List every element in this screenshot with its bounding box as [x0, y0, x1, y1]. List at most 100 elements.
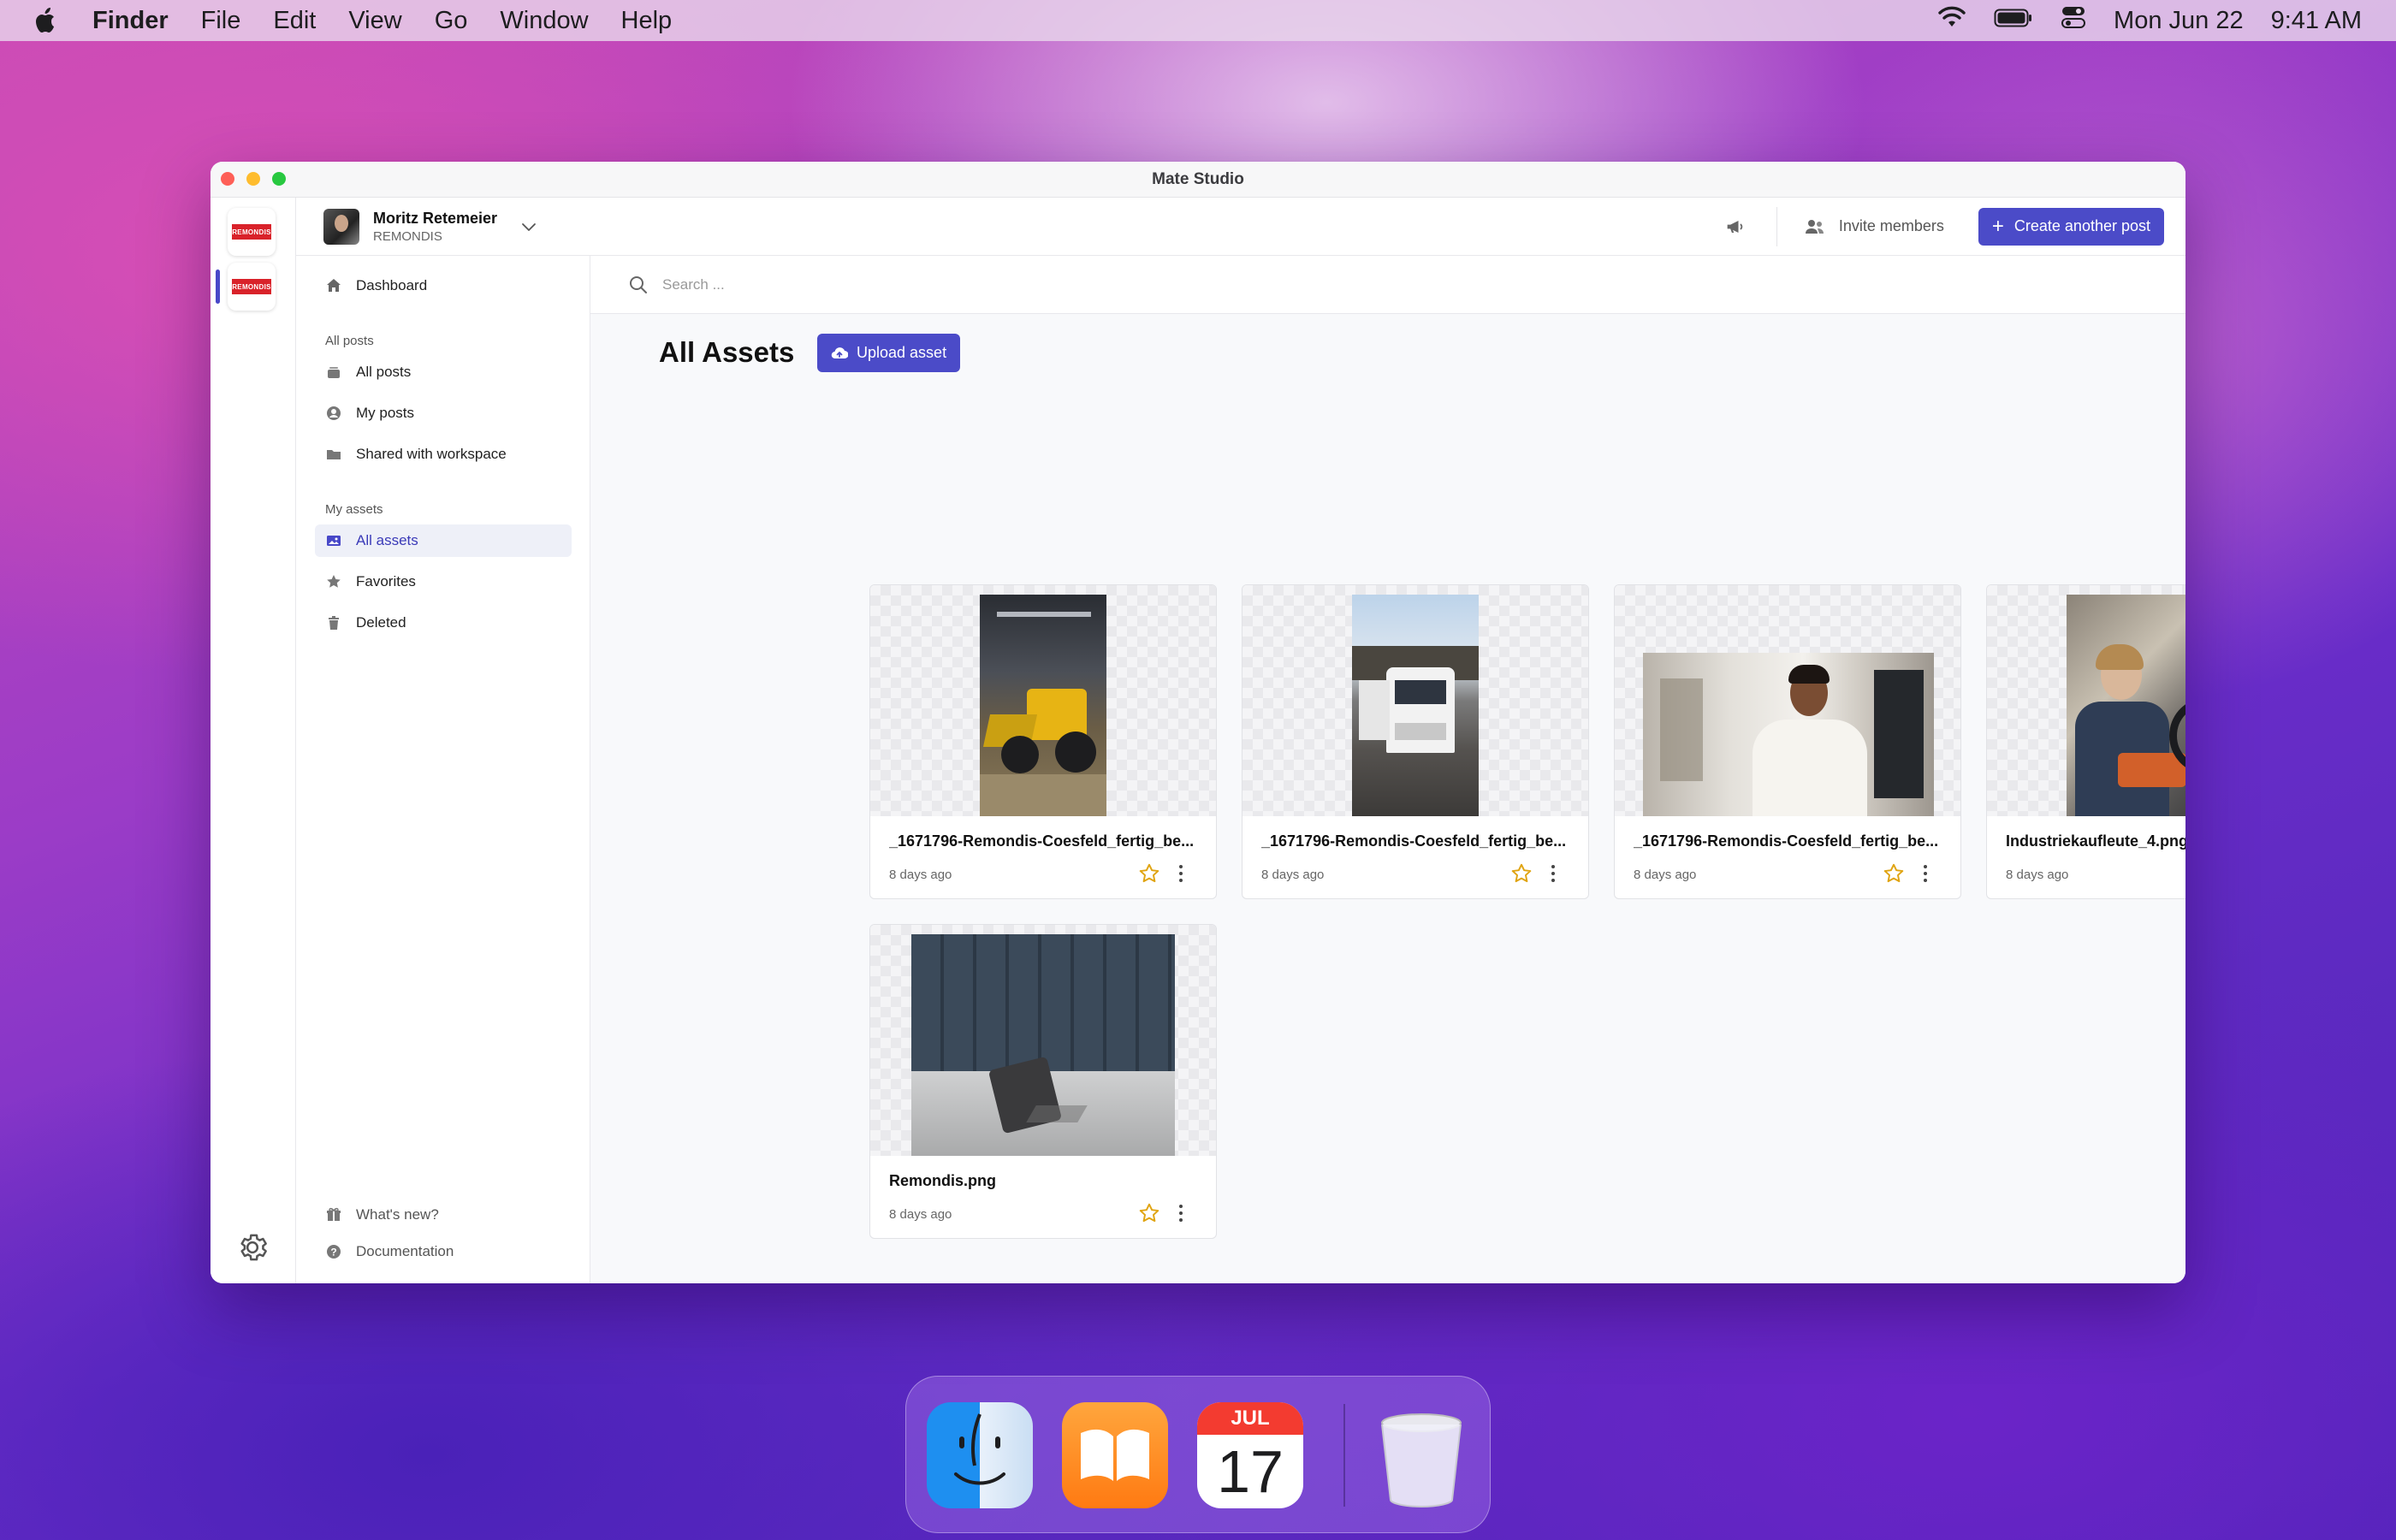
sidebar-item-label: All posts: [356, 364, 412, 380]
calendar-month: JUL: [1197, 1402, 1303, 1435]
asset-name: _1671796-Remondis-Coesfeld_fertig_be...: [1634, 832, 1939, 850]
workspace-switch-remondis[interactable]: REMONDIS: [228, 208, 276, 256]
create-post-label: Create another post: [2013, 217, 2150, 234]
workspace-logo: REMONDIS: [232, 279, 271, 294]
sidebar-item-label: Shared with workspace: [356, 446, 507, 462]
asset-image-waste-bin: [911, 934, 1175, 1156]
sidebar: Dashboard All posts All posts My posts S…: [296, 256, 590, 1283]
sidebar-item-all-posts[interactable]: All posts: [315, 356, 572, 388]
menubar-date[interactable]: Mon Jun 22: [2114, 7, 2244, 35]
close-window-button[interactable]: [221, 172, 234, 186]
sidebar-item-favorites[interactable]: Favorites: [315, 566, 572, 598]
asset-name: _1671796-Remondis-Coesfeld_fertig_be...: [889, 832, 1195, 850]
favorite-star-icon[interactable]: [1138, 862, 1160, 885]
header-divider: [1776, 206, 1777, 246]
asset-image-wheel-loader: [980, 595, 1106, 816]
upload-asset-label: Upload asset: [857, 344, 947, 361]
workspace-switch-remondis-active[interactable]: REMONDIS: [228, 263, 276, 311]
stack-icon: [328, 367, 340, 378]
active-workspace-indicator: [216, 270, 220, 304]
dock-separator: [1343, 1404, 1345, 1507]
workspace-logo: REMONDIS: [232, 224, 271, 240]
sidebar-item-documentation[interactable]: ? Documentation: [315, 1235, 572, 1268]
favorite-star-icon[interactable]: [1883, 862, 1905, 885]
calendar-app-icon[interactable]: JUL 17: [1197, 1402, 1303, 1508]
section-all-posts: All posts: [325, 334, 374, 348]
asset-date: 8 days ago: [1261, 868, 1325, 882]
sidebar-item-whats-new[interactable]: What's new?: [315, 1199, 572, 1231]
apple-icon[interactable]: [34, 6, 60, 35]
help-circle-icon: ?: [327, 1245, 341, 1259]
favorite-star-icon[interactable]: [1138, 1202, 1160, 1224]
image-icon: [327, 536, 341, 546]
gift-icon: [327, 1207, 341, 1221]
asset-thumbnail[interactable]: [870, 585, 1216, 816]
finder-app-icon[interactable]: [927, 1402, 1033, 1508]
control-center-icon[interactable]: [2061, 4, 2086, 37]
main-content: All Assets Upload asset _1671796-Remondi…: [590, 256, 2185, 1283]
sidebar-item-all-assets[interactable]: All assets: [315, 524, 572, 557]
sidebar-item-label: My posts: [356, 405, 415, 421]
asset-thumbnail[interactable]: [1615, 585, 1960, 816]
user-circle-icon: [327, 406, 341, 420]
invite-members-label: Invite members: [1838, 217, 1944, 234]
page-title: All Assets: [659, 336, 795, 368]
sidebar-item-label: Dashboard: [356, 277, 428, 293]
asset-thumbnail[interactable]: [870, 925, 1216, 1156]
home-icon: [327, 279, 341, 292]
asset-thumbnail[interactable]: [1242, 585, 1588, 816]
invite-members-button[interactable]: Invite members: [1805, 217, 1944, 235]
search-icon: [630, 275, 647, 293]
books-app-icon[interactable]: [1062, 1402, 1168, 1508]
menu-help[interactable]: Help: [621, 7, 673, 35]
menu-edit[interactable]: Edit: [273, 7, 316, 35]
menu-file[interactable]: File: [201, 7, 241, 35]
sidebar-item-deleted[interactable]: Deleted: [315, 607, 572, 639]
favorite-star-icon[interactable]: [1510, 862, 1533, 885]
sidebar-item-shared[interactable]: Shared with workspace: [315, 438, 572, 471]
create-another-post-button[interactable]: + Create another post: [1978, 207, 2164, 246]
menu-window[interactable]: Window: [500, 7, 588, 35]
wifi-icon[interactable]: [1937, 6, 1966, 35]
user-name: Moritz Retemeier: [373, 209, 498, 227]
minimize-window-button[interactable]: [246, 172, 260, 186]
sidebar-item-my-posts[interactable]: My posts: [315, 397, 572, 429]
asset-image-driver: [2067, 595, 2185, 816]
window-title: Mate Studio: [1152, 169, 1244, 188]
more-options-icon[interactable]: [1177, 1204, 1184, 1223]
menubar-time[interactable]: 9:41 AM: [2271, 7, 2362, 35]
asset-card[interactable]: Remondis.png 8 days ago: [869, 924, 1217, 1239]
upload-asset-button[interactable]: Upload asset: [817, 334, 961, 372]
menu-finder[interactable]: Finder: [92, 7, 169, 35]
asset-card[interactable]: _1671796-Remondis-Coesfeld_fertig_be... …: [1242, 584, 1589, 899]
more-options-icon[interactable]: [1922, 864, 1929, 883]
calendar-day: 17: [1217, 1438, 1284, 1505]
announcements-megaphone-icon[interactable]: [1723, 215, 1747, 239]
battery-icon[interactable]: [1994, 7, 2033, 35]
search-input[interactable]: [662, 275, 1090, 293]
asset-card[interactable]: Industriekaufleute_4.png 8 days ago: [1986, 584, 2185, 899]
zoom-window-button[interactable]: [272, 172, 286, 186]
trash-app-icon[interactable]: [1368, 1402, 1474, 1508]
asset-date: 8 days ago: [889, 868, 952, 882]
more-options-icon[interactable]: [1550, 864, 1557, 883]
asset-card[interactable]: _1671796-Remondis-Coesfeld_fertig_be... …: [1614, 584, 1961, 899]
sidebar-item-dashboard[interactable]: Dashboard: [315, 270, 572, 302]
asset-thumbnail[interactable]: [1987, 585, 2185, 816]
menu-view[interactable]: View: [348, 7, 401, 35]
asset-date: 8 days ago: [1634, 868, 1697, 882]
menu-go[interactable]: Go: [435, 7, 468, 35]
top-header: Moritz Retemeier REMONDIS Invite members…: [296, 198, 2185, 256]
settings-gear-icon[interactable]: [235, 1230, 270, 1265]
more-options-icon[interactable]: [1177, 864, 1184, 883]
svg-text:?: ?: [330, 1247, 336, 1259]
plus-icon: +: [1991, 214, 2004, 238]
app-window: Mate Studio REMONDIS REMONDIS Moritz Ret…: [211, 162, 2185, 1283]
user-avatar: [323, 208, 359, 245]
chevron-down-icon[interactable]: [519, 217, 538, 236]
sidebar-item-label: Documentation: [356, 1243, 454, 1259]
asset-card[interactable]: _1671796-Remondis-Coesfeld_fertig_be... …: [869, 584, 1217, 899]
folder-icon: [327, 450, 341, 459]
dock: JUL 17: [905, 1376, 1491, 1533]
user-switcher[interactable]: Moritz Retemeier REMONDIS: [323, 208, 538, 245]
